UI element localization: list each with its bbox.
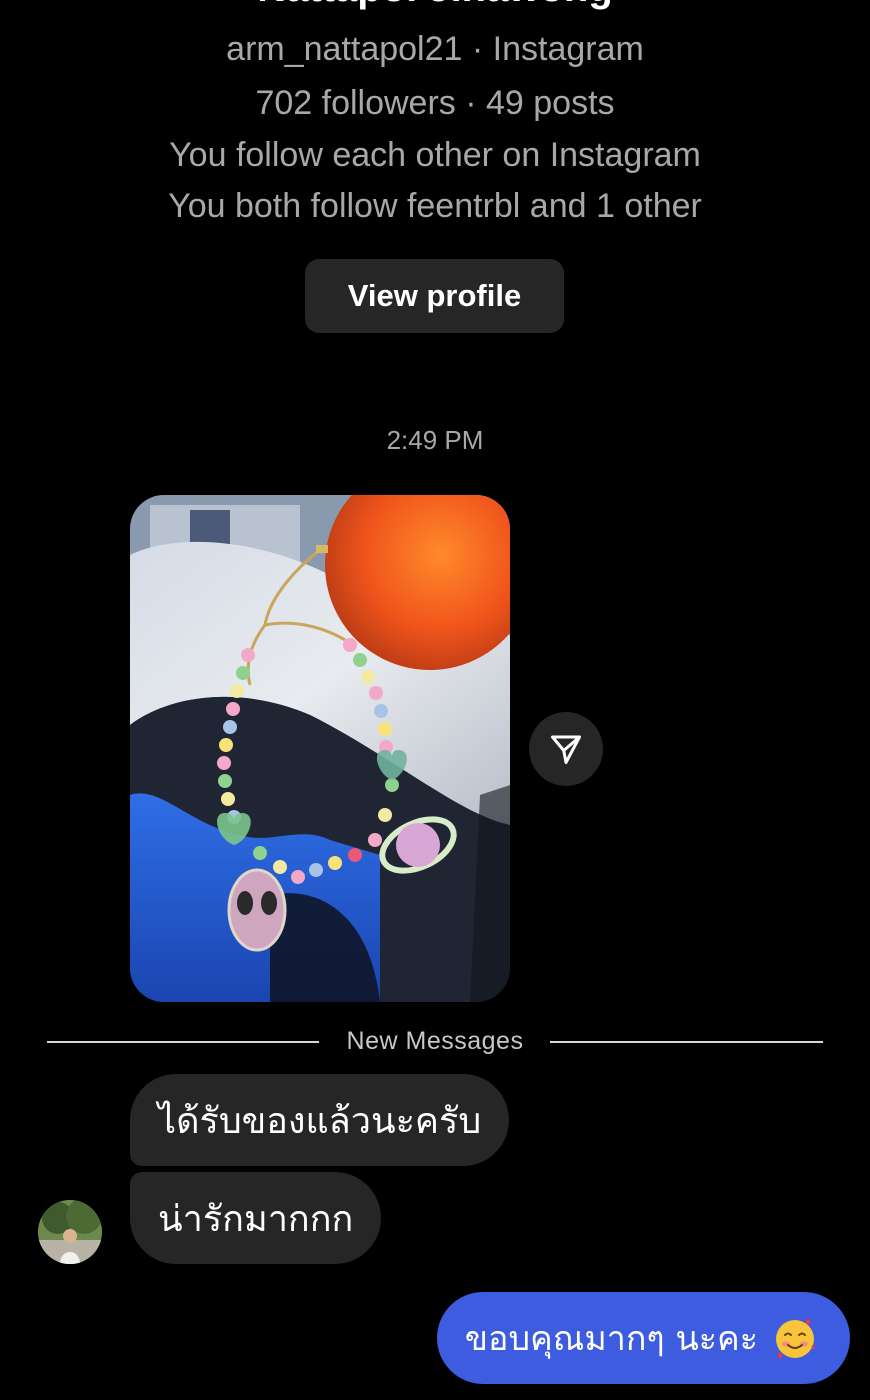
message-text: ได้รับของแล้วนะครับ xyxy=(158,1100,482,1142)
profile-name: Nattapol Jinawong xyxy=(0,0,870,11)
message-text: ขอบคุณมากๆ นะคะ xyxy=(464,1319,758,1359)
mutual-friends-text: You both follow feentrbl and 1 other xyxy=(168,187,702,225)
new-messages-divider-right xyxy=(550,1041,823,1043)
bracelet-photo-image xyxy=(130,495,510,1002)
paper-plane-icon xyxy=(551,735,581,764)
profile-stats: 702 followers · 49 posts xyxy=(255,84,615,122)
outgoing-message-bubble[interactable]: ขอบคุณมากๆ นะคะ xyxy=(436,1292,850,1384)
share-button[interactable] xyxy=(529,712,603,786)
mutual-follow-text: You follow each other on Instagram xyxy=(169,136,701,174)
shared-photo[interactable] xyxy=(130,495,510,1002)
message-timestamp: 2:49 PM xyxy=(386,425,484,455)
profile-username: arm_nattapol21 · Instagram xyxy=(226,30,644,68)
view-profile-button[interactable]: View profile xyxy=(305,259,564,333)
message-text: น่ารักมากกก xyxy=(158,1198,354,1240)
sender-avatar[interactable] xyxy=(38,1200,102,1264)
smiling-face-with-hearts-icon xyxy=(776,1319,815,1359)
incoming-message-bubble[interactable]: น่ารักมากกก xyxy=(130,1172,382,1264)
incoming-message-bubble[interactable]: ได้รับของแล้วนะครับ xyxy=(130,1074,510,1166)
avatar-image xyxy=(38,1200,102,1264)
